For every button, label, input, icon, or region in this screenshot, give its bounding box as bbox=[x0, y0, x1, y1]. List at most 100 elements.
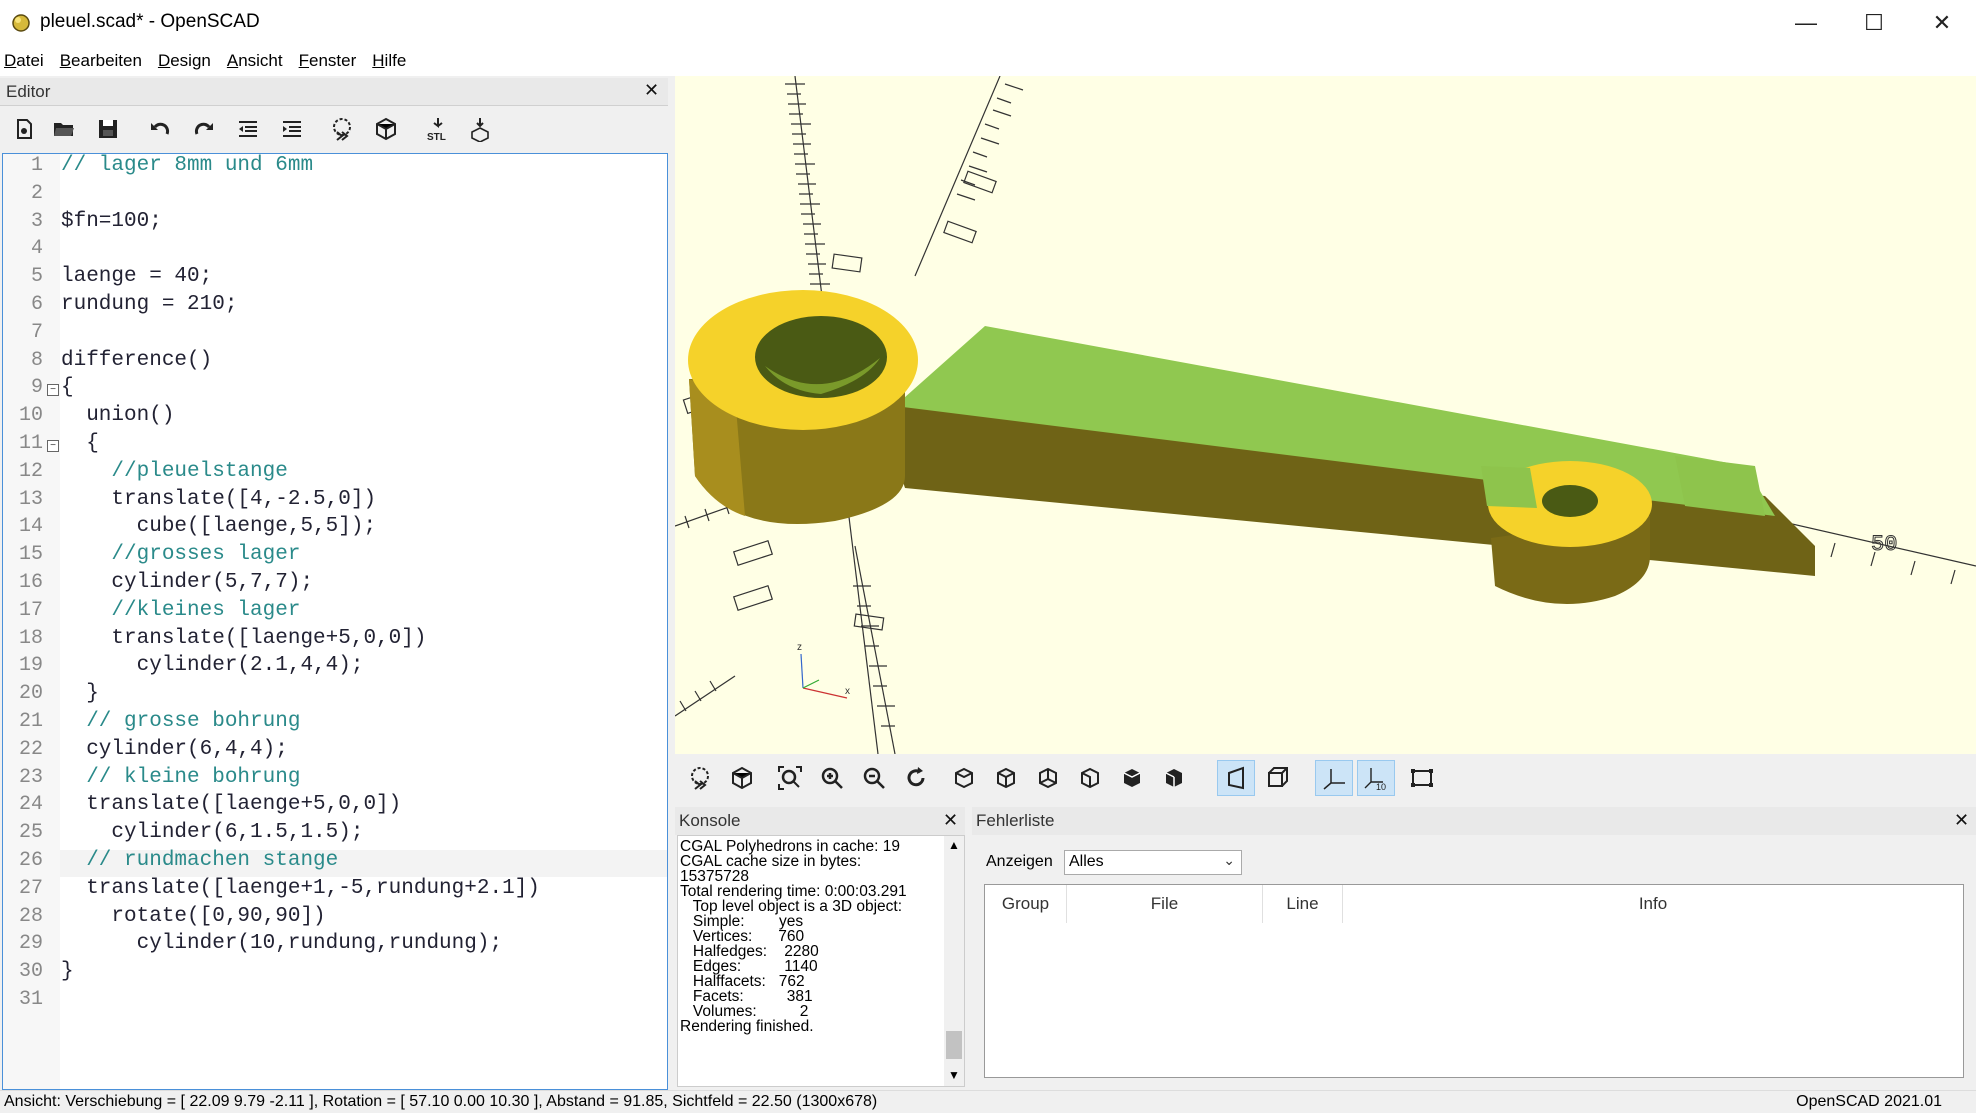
unindent-button[interactable] bbox=[232, 114, 264, 144]
fold-toggle-icon[interactable]: − bbox=[47, 384, 59, 397]
code-line[interactable]: union() bbox=[61, 404, 174, 427]
code-line[interactable]: // kleine bohrung bbox=[61, 766, 300, 789]
code-line[interactable]: cube([laenge,5,5]); bbox=[61, 515, 376, 538]
minimize-button[interactable]: — bbox=[1772, 0, 1840, 46]
redo-icon bbox=[194, 122, 213, 135]
code-line[interactable]: // rundmachen stange bbox=[61, 849, 338, 872]
column-header-line[interactable]: Line bbox=[1263, 885, 1343, 923]
close-editor-icon[interactable]: ✕ bbox=[644, 80, 659, 101]
save-icon bbox=[99, 120, 117, 138]
line-number: 15 bbox=[18, 543, 43, 567]
code-line[interactable]: translate([4,-2.5,0]) bbox=[61, 488, 376, 511]
zoom-in-button[interactable] bbox=[813, 760, 851, 796]
render-button[interactable] bbox=[370, 114, 402, 144]
view-front-button[interactable] bbox=[1113, 760, 1151, 796]
view-bottom-button[interactable] bbox=[1029, 760, 1067, 796]
view-render-button[interactable] bbox=[723, 760, 761, 796]
code-line[interactable]: { bbox=[61, 376, 74, 399]
code-line[interactable]: cylinder(6,1.5,1.5); bbox=[61, 821, 363, 844]
menu-ansicht[interactable]: Ansicht bbox=[227, 51, 283, 71]
orthogonal-button[interactable] bbox=[1259, 760, 1297, 796]
column-header-group[interactable]: Group bbox=[985, 885, 1067, 923]
console-scrollbar[interactable]: ▲ ▼ bbox=[944, 836, 964, 1086]
column-header-info[interactable]: Info bbox=[1343, 885, 1963, 923]
view-preview-button[interactable] bbox=[681, 760, 719, 796]
show-edges-button[interactable] bbox=[1403, 760, 1441, 796]
view-all-button[interactable] bbox=[771, 760, 809, 796]
save-file-button[interactable] bbox=[92, 114, 124, 144]
scrollbar-thumb[interactable] bbox=[946, 1031, 962, 1059]
console-output[interactable]: CGAL Polyhedrons in cache: 19 CGAL cache … bbox=[677, 835, 965, 1087]
code-line[interactable]: translate([laenge+5,0,0]) bbox=[61, 793, 401, 816]
export-stl-button[interactable]: STL bbox=[422, 114, 454, 144]
indent-button[interactable] bbox=[276, 114, 308, 144]
close-error-list-icon[interactable]: ✕ bbox=[1954, 810, 1969, 831]
error-table[interactable]: Group File Line Info bbox=[984, 884, 1964, 1078]
close-console-icon[interactable]: ✕ bbox=[943, 810, 958, 831]
code-line[interactable]: cylinder(6,4,4); bbox=[61, 738, 288, 761]
code-line[interactable]: translate([laenge+1,-5,rundung+2.1]) bbox=[61, 877, 540, 900]
code-line[interactable]: } bbox=[61, 960, 74, 983]
menu-datei[interactable]: Datei bbox=[4, 51, 44, 71]
render-cube-icon bbox=[376, 117, 396, 141]
code-line[interactable]: //pleuelstange bbox=[61, 460, 287, 483]
line-number: 2 bbox=[30, 181, 43, 205]
code-line[interactable]: // lager 8mm und 6mm bbox=[61, 154, 313, 177]
code-line[interactable]: $fn=100; bbox=[61, 210, 162, 233]
menu-design[interactable]: Design bbox=[158, 51, 211, 71]
fold-toggle-icon[interactable]: − bbox=[47, 440, 59, 452]
perspective-button[interactable] bbox=[1217, 760, 1255, 796]
console-title: Konsole bbox=[679, 811, 741, 830]
preview-button[interactable] bbox=[326, 114, 358, 144]
code-line[interactable]: } bbox=[61, 682, 99, 705]
code-line[interactable]: //kleines lager bbox=[61, 599, 300, 622]
scroll-up-icon[interactable]: ▲ bbox=[948, 838, 960, 852]
code-line[interactable]: //grosses lager bbox=[61, 543, 300, 566]
menu-fenster[interactable]: Fenster bbox=[299, 51, 357, 71]
code-line[interactable]: rundung = 210; bbox=[61, 293, 237, 316]
line-number: 4 bbox=[30, 237, 43, 261]
menu-hilfe[interactable]: Hilfe bbox=[372, 51, 406, 71]
send-to-printer-button[interactable] bbox=[464, 114, 496, 144]
new-file-button[interactable] bbox=[8, 114, 40, 144]
reset-view-button[interactable] bbox=[897, 760, 935, 796]
title-bar: pleuel.scad* - OpenSCAD — ☐ ✕ bbox=[0, 0, 1976, 46]
view-toolbar: 10 bbox=[675, 754, 1976, 802]
show-filter-select[interactable]: Alles ⌄ bbox=[1064, 850, 1242, 875]
code-editor[interactable]: 1 2 3 4 5 6 7 8 9−10 11−12 13 14 15 16 17 18 19 20 21 22 23 2… bbox=[2, 153, 668, 1090]
view-top-button[interactable] bbox=[987, 760, 1025, 796]
code-line[interactable]: difference() bbox=[61, 349, 212, 372]
maximize-button[interactable]: ☐ bbox=[1840, 0, 1908, 46]
code-line[interactable]: cylinder(5,7,7); bbox=[61, 571, 313, 594]
redo-button[interactable] bbox=[188, 114, 220, 144]
view-bottom-icon bbox=[1039, 767, 1057, 789]
view-right-button[interactable] bbox=[945, 760, 983, 796]
view-back-button[interactable] bbox=[1155, 760, 1193, 796]
version-text: OpenSCAD 2021.01 bbox=[1796, 1093, 1942, 1110]
code-line[interactable]: laenge = 40; bbox=[61, 265, 212, 288]
close-window-button[interactable]: ✕ bbox=[1908, 0, 1976, 46]
line-number: 28 bbox=[18, 904, 43, 928]
code-line[interactable]: { bbox=[61, 432, 99, 455]
open-file-button[interactable] bbox=[48, 114, 80, 144]
code-line[interactable]: rotate([0,90,90]) bbox=[61, 905, 325, 928]
menu-bearbeiten[interactable]: Bearbeiten bbox=[60, 51, 142, 71]
3d-viewport[interactable]: 50 x z bbox=[675, 76, 1976, 754]
show-axes-button[interactable] bbox=[1315, 760, 1353, 796]
line-number: 21 bbox=[18, 710, 43, 733]
line-number: 12 bbox=[18, 459, 43, 483]
show-filter-label: Anzeigen bbox=[986, 853, 1053, 870]
scroll-down-icon[interactable]: ▼ bbox=[948, 1068, 960, 1082]
line-number: 23 bbox=[18, 765, 43, 789]
column-header-file[interactable]: File bbox=[1067, 885, 1263, 923]
view-left-button[interactable] bbox=[1071, 760, 1109, 796]
line-number: 9 bbox=[30, 376, 43, 400]
code-line[interactable]: translate([laenge+5,0,0]) bbox=[61, 627, 426, 650]
undo-button[interactable] bbox=[144, 114, 176, 144]
window-title: pleuel.scad* - OpenSCAD bbox=[40, 11, 260, 32]
code-line[interactable]: cylinder(10,rundung,rundung); bbox=[61, 932, 502, 955]
code-line[interactable]: // grosse bohrung bbox=[61, 710, 300, 733]
zoom-out-button[interactable] bbox=[855, 760, 893, 796]
code-line[interactable]: cylinder(2.1,4,4); bbox=[61, 654, 364, 677]
show-scale-markers-button[interactable]: 10 bbox=[1357, 760, 1395, 796]
